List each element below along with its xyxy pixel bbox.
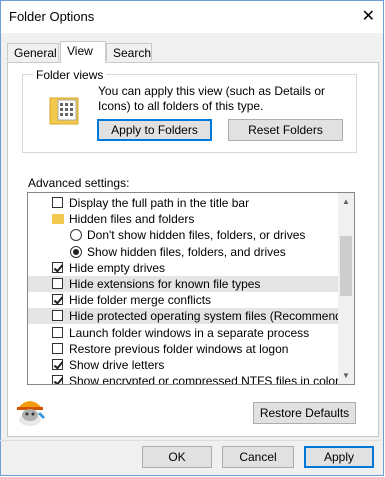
restore-defaults-button[interactable]: Restore Defaults	[253, 402, 356, 424]
scroll-thumb[interactable]	[340, 236, 352, 296]
setting-label: Hide extensions for known file types	[69, 277, 261, 291]
folder-icon	[52, 214, 64, 225]
setting-label: Hidden files and folders	[69, 212, 195, 227]
setting-checkbox[interactable]	[52, 197, 63, 208]
folder-view-icon	[49, 97, 79, 125]
setting-label: Hide protected operating system files (R…	[69, 309, 355, 324]
setting-label: Show encrypted or compressed NTFS files …	[69, 374, 340, 385]
setting-label: Hide empty drives	[69, 260, 166, 275]
setting-row[interactable]: Don't show hidden files, folders, or dri…	[28, 227, 338, 243]
scroll-up-icon[interactable]: ▲	[338, 193, 354, 210]
setting-row[interactable]: Hide extensions for known file types	[28, 276, 338, 292]
window-title: Folder Options	[9, 9, 95, 24]
setting-checkbox[interactable]	[52, 310, 63, 322]
setting-row[interactable]: Show hidden files, folders, and drives	[28, 244, 338, 260]
setting-row[interactable]: Show encrypted or compressed NTFS files …	[28, 373, 340, 385]
list-scrollbar[interactable]: ▲ ▼	[338, 193, 354, 384]
scroll-down-icon[interactable]: ▼	[338, 367, 354, 384]
title-bar: Folder Options ✕	[1, 1, 383, 33]
setting-checkbox[interactable]	[52, 359, 63, 370]
tab-view[interactable]: View	[60, 41, 106, 63]
tab-strip: General View Search	[7, 41, 379, 63]
setting-radio[interactable]	[70, 245, 82, 258]
setting-checkbox[interactable]	[52, 278, 63, 289]
footer-divider	[0, 440, 382, 441]
setting-row[interactable]: Hidden files and folders	[28, 211, 338, 227]
setting-row[interactable]: Hide empty drives	[28, 260, 338, 276]
setting-label: Display the full path in the title bar	[69, 196, 250, 210]
advanced-settings-list[interactable]: Display the full path in the title bar Hi…	[27, 192, 355, 385]
setting-checkbox[interactable]	[52, 342, 63, 354]
setting-label: Launch folder windows in a separate proc…	[69, 325, 310, 340]
ok-button[interactable]: OK	[142, 446, 212, 468]
setting-label: Show hidden files, folders, and drives	[87, 244, 286, 259]
apply-button[interactable]: Apply	[304, 446, 374, 468]
close-icon[interactable]: ✕	[362, 6, 375, 26]
setting-row[interactable]: Hide folder merge conflicts	[28, 292, 338, 308]
setting-checkbox[interactable]	[52, 375, 63, 384]
setting-checkbox[interactable]	[52, 294, 63, 306]
setting-checkbox[interactable]	[52, 261, 63, 273]
setting-row[interactable]: Launch folder windows in a separate proc…	[28, 325, 338, 341]
setting-label: Show drive letters	[69, 358, 165, 372]
tab-general[interactable]: General	[7, 43, 59, 61]
setting-checkbox[interactable]	[52, 326, 63, 338]
setting-row[interactable]: Display the full path in the title bar	[28, 195, 338, 211]
worker-mascot-logo	[17, 401, 45, 426]
setting-label: Don't show hidden files, folders, or dri…	[87, 228, 306, 243]
apply-to-folders-button[interactable]: Apply to Folders	[97, 119, 212, 141]
setting-label: Hide folder merge conflicts	[69, 293, 212, 308]
setting-row[interactable]: Show drive letters	[28, 357, 338, 373]
setting-radio[interactable]	[70, 229, 82, 242]
setting-label: Restore previous folder windows at logon	[69, 341, 289, 356]
folder-views-description: You can apply this view (such as Details…	[98, 84, 326, 113]
setting-row[interactable]: Hide protected operating system files (R…	[28, 308, 354, 325]
reset-folders-button[interactable]: Reset Folders	[228, 119, 343, 141]
setting-row[interactable]: Restore previous folder windows at logon	[28, 341, 338, 357]
tab-search[interactable]: Search	[106, 43, 152, 61]
folder-views-label: Folder views	[33, 68, 107, 82]
advanced-settings-label: Advanced settings:	[28, 176, 130, 190]
cancel-button[interactable]: Cancel	[222, 446, 294, 468]
